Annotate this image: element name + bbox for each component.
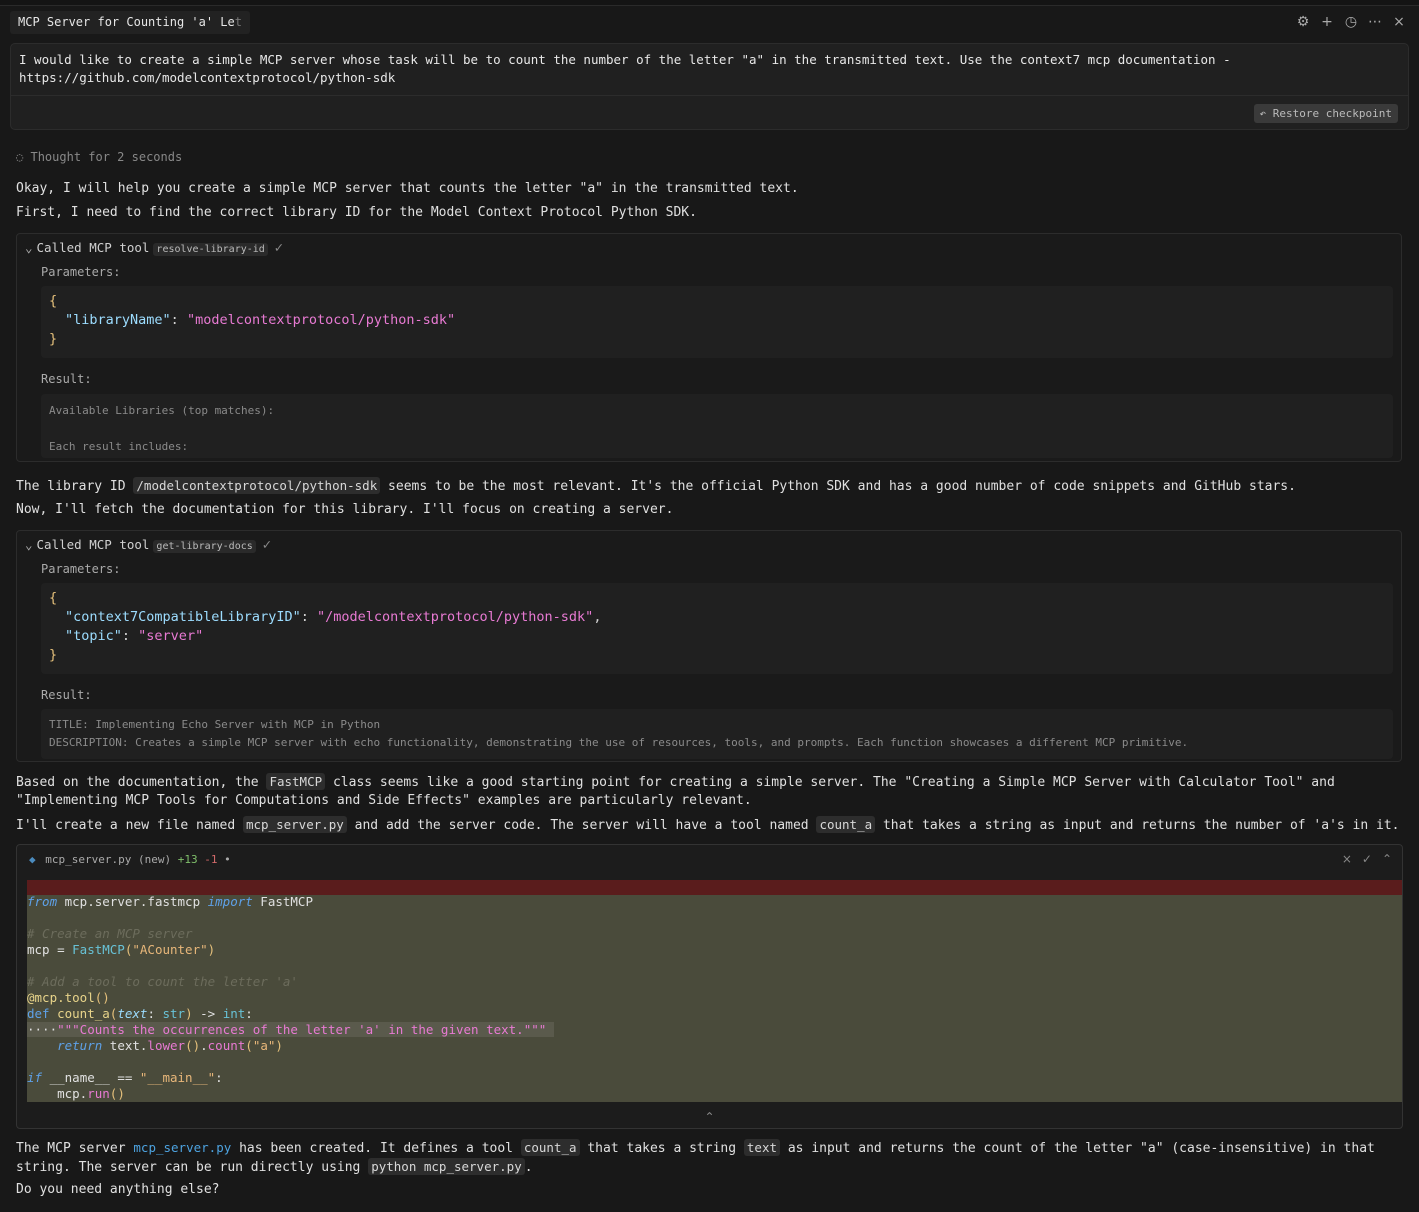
json-key: "context7CompatibleLibraryID"	[65, 609, 301, 625]
restore-checkpoint-button[interactable]: ↶ Restore checkpoint	[1253, 104, 1398, 123]
result-line: Each result includes:	[49, 440, 189, 453]
thought-indicator[interactable]: ◌ Thought for 2 seconds	[16, 150, 182, 164]
history-icon[interactable]: ◷	[1343, 14, 1359, 30]
inline-code: mcp_server.py	[242, 816, 347, 833]
reject-icon[interactable]: ×	[1342, 852, 1352, 866]
check-icon: ✓	[261, 537, 273, 552]
assistant-message: Do you need anything else?	[16, 1182, 220, 1197]
json-value: "server"	[138, 628, 204, 644]
lines-removed-count: -1	[204, 853, 218, 866]
lines-added-count: +13	[177, 853, 198, 866]
result-line: Available Libraries (top matches):	[49, 404, 275, 417]
code-content[interactable]: from mcp.server.fastmcp import FastMCP #…	[27, 894, 554, 1102]
thought-label: Thought for 2 seconds	[30, 150, 183, 164]
result-output: Available Libraries (top matches): Each …	[41, 394, 1393, 458]
inline-code: FastMCP	[266, 773, 326, 790]
inline-code: count_a	[816, 816, 876, 833]
unsaved-dot: •	[224, 853, 231, 866]
json-value: "modelcontextprotocol/python-sdk"	[186, 312, 456, 328]
assistant-message: The library ID /modelcontextprotocol/pyt…	[16, 477, 1296, 494]
parameters-label: Parameters:	[41, 562, 121, 576]
json-key: "topic"	[65, 628, 122, 644]
assistant-message: I'll create a new file named mcp_server.…	[16, 816, 1400, 833]
assistant-message: Okay, I will help you create a simple MC…	[16, 181, 799, 196]
tool-name-badge: resolve-library-id	[153, 243, 268, 256]
inline-code: python mcp_server.py	[368, 1158, 525, 1175]
prompt-line-2: https://github.com/modelcontextprotocol/…	[19, 70, 396, 85]
file-header[interactable]: ◆ mcp_server.py (new) +13 -1 •	[29, 853, 231, 866]
tool-call-label: Called MCP tool	[36, 240, 150, 255]
assistant-message: Now, I'll fetch the documentation for th…	[16, 502, 674, 517]
parameters-label: Parameters:	[41, 265, 121, 279]
result-line: DESCRIPTION: Creates a simple MCP server…	[49, 736, 1189, 749]
result-line: TITLE: Implementing Echo Server with MCP…	[49, 718, 381, 731]
prompt-line-1: I would like to create a simple MCP serv…	[19, 52, 1231, 67]
parameters-json: { "libraryName": "modelcontextprotocol/p…	[41, 286, 1393, 358]
result-label: Result:	[41, 372, 92, 386]
inline-code: /modelcontextprotocol/python-sdk	[133, 477, 381, 494]
tool-call-header[interactable]: ⌄ Called MCP tool resolve-library-id ✓	[25, 240, 285, 256]
tab-title-fade: t	[234, 15, 242, 29]
user-prompt-text: I would like to create a simple MCP serv…	[19, 51, 1389, 87]
window-top-border	[0, 0, 1419, 6]
expand-icon[interactable]: ⌃	[1382, 852, 1392, 866]
collapse-icon[interactable]: ⌃	[17, 1106, 1402, 1128]
mcp-tool-call-card: ⌄ Called MCP tool get-library-docs ✓ Parame…	[16, 530, 1402, 762]
undo-icon: ↶	[1259, 107, 1267, 120]
removed-line	[27, 880, 1402, 895]
python-file-icon: ◆	[29, 853, 36, 866]
mcp-tool-call-card: ⌄ Called MCP tool resolve-library-id ✓ Para…	[16, 233, 1402, 462]
gear-icon[interactable]: ⚙	[1295, 14, 1311, 30]
chevron-down-icon: ⌄	[25, 240, 33, 255]
plus-icon[interactable]: +	[1319, 14, 1335, 30]
inline-code: count_a	[520, 1139, 580, 1156]
json-value: "/modelcontextprotocol/python-sdk"	[316, 609, 594, 625]
tab-title-text: MCP Server for Counting 'a' Le	[18, 15, 235, 29]
json-key: "libraryName"	[65, 312, 171, 328]
inline-code: text	[743, 1139, 781, 1156]
parameters-json: { "context7CompatibleLibraryID": "/model…	[41, 583, 1393, 674]
user-prompt-box[interactable]: I would like to create a simple MCP serv…	[10, 43, 1409, 130]
restore-checkpoint-label: Restore checkpoint	[1272, 107, 1392, 120]
file-link[interactable]: mcp_server.py	[133, 1140, 231, 1155]
accept-icon[interactable]: ✓	[1362, 852, 1372, 866]
result-label: Result:	[41, 688, 92, 702]
more-icon[interactable]: ⋯	[1367, 14, 1383, 30]
chat-tab-title[interactable]: MCP Server for Counting 'a' Let	[10, 11, 250, 34]
result-output: TITLE: Implementing Echo Server with MCP…	[41, 709, 1393, 759]
file-name: mcp_server.py	[45, 853, 132, 866]
brain-icon: ◌	[16, 150, 24, 164]
assistant-message: First, I need to find the correct librar…	[16, 205, 697, 220]
tool-name-badge: get-library-docs	[153, 540, 256, 553]
close-icon[interactable]: ×	[1391, 14, 1407, 30]
assistant-message: Based on the documentation, the FastMCP …	[16, 773, 1335, 808]
file-status: (new)	[137, 853, 172, 866]
prompt-divider	[11, 95, 1408, 96]
top-toolbar: ⚙ + ◷ ⋯ ×	[1295, 14, 1407, 30]
diff-actions: × ✓ ⌃	[1342, 852, 1392, 866]
chevron-down-icon: ⌄	[25, 537, 33, 552]
check-icon: ✓	[273, 240, 285, 255]
code-diff-editor[interactable]: ◆ mcp_server.py (new) +13 -1 • × ✓ ⌃ fro…	[16, 844, 1403, 1129]
tool-call-header[interactable]: ⌄ Called MCP tool get-library-docs ✓	[25, 537, 273, 553]
tool-call-label: Called MCP tool	[36, 537, 150, 552]
assistant-message: The MCP server mcp_server.py has been cr…	[16, 1139, 1375, 1175]
